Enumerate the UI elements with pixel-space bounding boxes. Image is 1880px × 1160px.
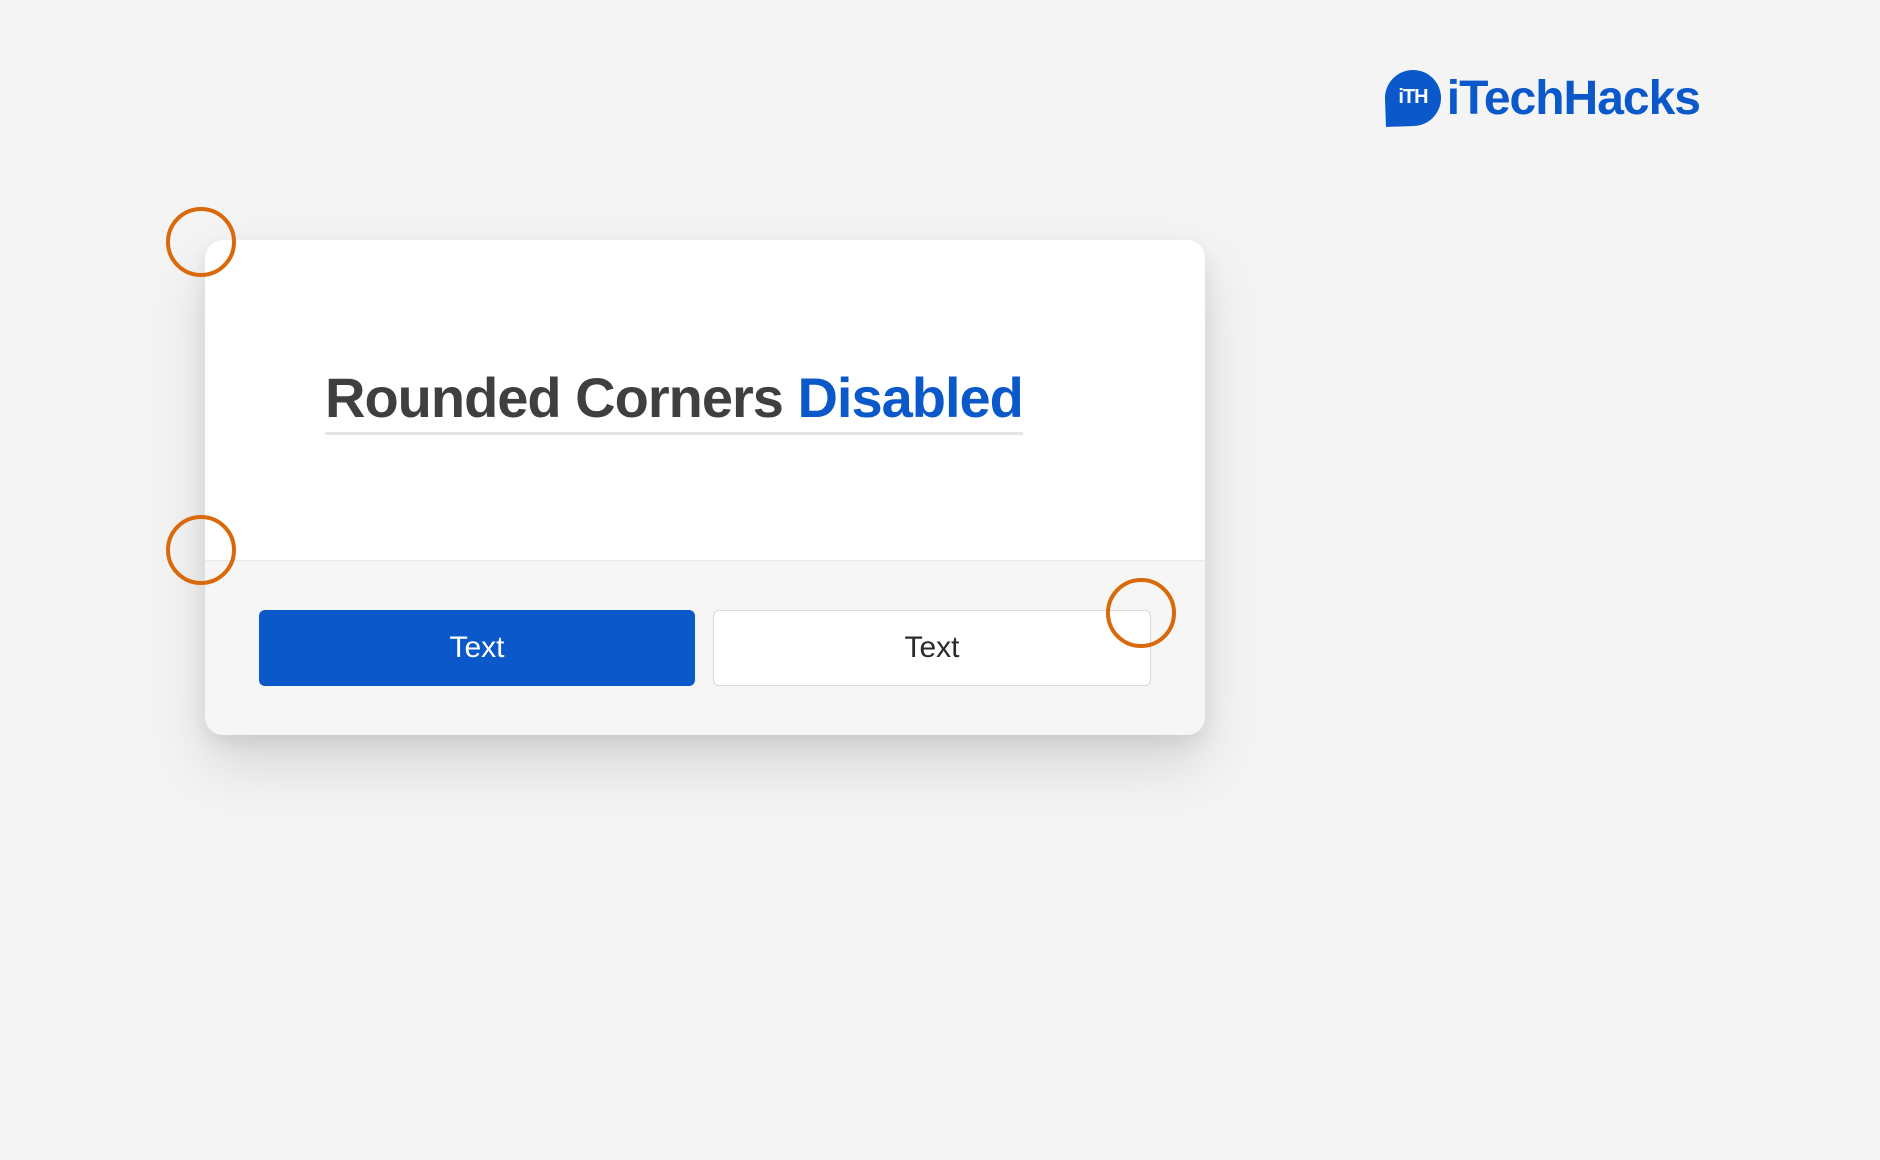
dialog-title-main: Rounded Corners	[325, 366, 797, 429]
brand-badge-icon	[1384, 69, 1442, 127]
brand-watermark: iTechHacks	[1385, 70, 1700, 126]
secondary-button-label: Text	[904, 631, 959, 665]
dialog-header: Rounded Corners Disabled	[205, 240, 1205, 560]
dialog-title: Rounded Corners Disabled	[325, 365, 1023, 435]
dialog-footer: Text Text	[205, 560, 1205, 735]
brand-name: iTechHacks	[1447, 71, 1700, 126]
dialog-title-accent: Disabled	[797, 366, 1022, 429]
primary-button-label: Text	[449, 631, 504, 665]
primary-button[interactable]: Text	[259, 610, 695, 686]
secondary-button[interactable]: Text	[713, 610, 1151, 686]
example-dialog: Rounded Corners Disabled Text Text	[205, 240, 1205, 735]
